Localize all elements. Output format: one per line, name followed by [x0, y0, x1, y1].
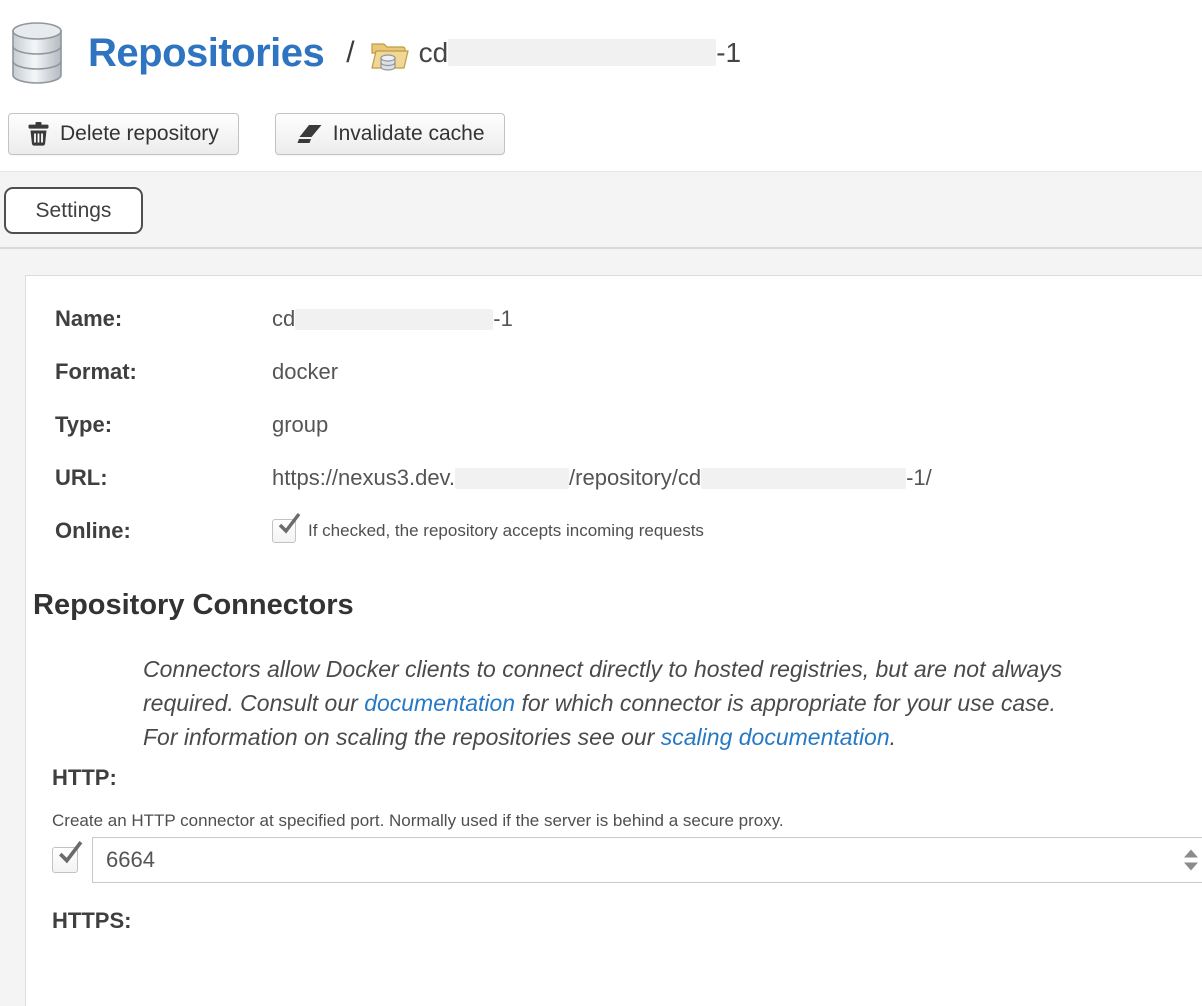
http-port-input[interactable] [92, 837, 1202, 883]
name-label: Name: [55, 306, 272, 332]
tab-bar: Settings [0, 171, 1202, 249]
database-icon [10, 21, 64, 85]
redacted-url-repo [701, 468, 906, 489]
format-label: Format: [55, 359, 272, 385]
breadcrumb-separator: / [346, 36, 354, 70]
field-row-name: Name: cd -1 [55, 306, 1202, 332]
repository-settings-page: Repositories / cd -1 [0, 0, 1202, 1006]
url-label: URL: [55, 465, 272, 491]
repository-summary-fields: Name: cd -1 Format: docker Type: group UR… [55, 306, 1202, 544]
type-label: Type: [55, 412, 272, 438]
redacted-name-value [295, 309, 493, 330]
format-value: docker [272, 359, 338, 385]
online-help-text: If checked, the repository accepts incom… [308, 518, 704, 544]
spinner-up-icon[interactable] [1184, 850, 1198, 858]
http-enabled-checkbox[interactable] [52, 847, 78, 873]
checkmark-icon [276, 512, 300, 536]
spinner-down-icon[interactable] [1184, 863, 1198, 871]
documentation-link[interactable]: documentation [364, 690, 515, 716]
checkmark-icon [56, 840, 82, 866]
invalidate-cache-button[interactable]: Invalidate cache [275, 113, 505, 155]
redacted-url-host [455, 468, 569, 489]
page-header: Repositories / cd -1 [0, 0, 1202, 96]
field-row-type: Type: group [55, 412, 1202, 438]
name-value: cd -1 [272, 306, 513, 332]
delete-repository-button[interactable]: Delete repository [8, 113, 239, 155]
breadcrumb-repo-name: cd -1 [419, 37, 741, 69]
connectors-intro-text: Connectors allow Docker clients to conne… [143, 652, 1093, 754]
delete-repository-label: Delete repository [60, 122, 219, 146]
tab-settings[interactable]: Settings [4, 187, 143, 234]
url-part3: -1/ [906, 465, 932, 490]
invalidate-cache-label: Invalidate cache [333, 122, 485, 146]
online-checkbox[interactable] [272, 519, 296, 543]
intro-part3: . [890, 724, 896, 750]
settings-panel: Name: cd -1 Format: docker Type: group UR… [25, 275, 1202, 1006]
http-help-text: Create an HTTP connector at specified po… [52, 811, 1202, 831]
toolbar: Delete repository Invalidate cache [0, 113, 1202, 155]
url-value: https://nexus3.dev. /repository/cd -1/ [272, 465, 932, 491]
content-area: Name: cd -1 Format: docker Type: group UR… [0, 249, 1202, 1006]
page-title: Repositories [88, 31, 324, 76]
field-row-url: URL: https://nexus3.dev. /repository/cd -1… [55, 465, 1202, 491]
http-port-row [52, 837, 1202, 883]
redacted-repo-name [448, 39, 716, 66]
name-value-prefix: cd [272, 306, 295, 331]
name-value-suffix: -1 [493, 306, 513, 331]
trash-icon [28, 122, 49, 146]
repo-name-prefix: cd [419, 37, 449, 68]
repository-folder-icon [371, 39, 409, 73]
eraser-icon [295, 124, 322, 145]
field-row-online: Online: If checked, the repository accep… [55, 518, 1202, 544]
type-value: group [272, 412, 328, 438]
online-control: If checked, the repository accepts incom… [272, 518, 704, 544]
scaling-documentation-link[interactable]: scaling documentation [661, 724, 890, 750]
https-label: HTTPS: [52, 908, 1202, 934]
url-part2: /repository/cd [569, 465, 701, 490]
http-label: HTTP: [52, 765, 1202, 791]
url-part1: https://nexus3.dev. [272, 465, 455, 490]
repository-connectors-heading: Repository Connectors [33, 587, 1202, 623]
field-row-format: Format: docker [55, 359, 1202, 385]
online-label: Online: [55, 518, 272, 544]
tab-settings-label: Settings [36, 199, 112, 223]
repo-name-suffix: -1 [716, 37, 741, 68]
port-spinner [1184, 850, 1198, 871]
